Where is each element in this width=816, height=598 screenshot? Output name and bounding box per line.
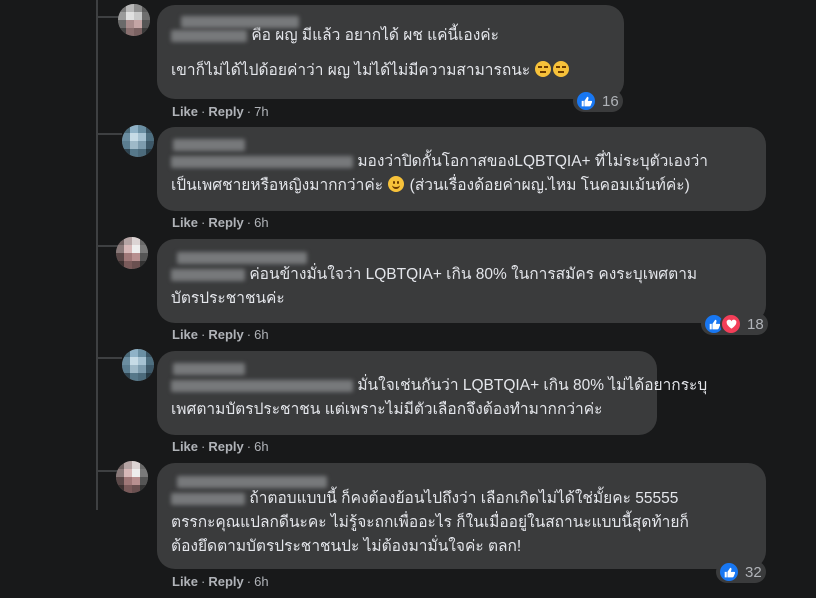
like-link[interactable]: Like	[172, 104, 198, 119]
reply-link[interactable]: Reply	[208, 215, 243, 230]
comment-text: ต้องยึดตามบัตรประชาชนปะ ไม่ต้องมามั่นใจค…	[171, 538, 522, 555]
timestamp[interactable]: 6h	[254, 215, 268, 230]
like-link[interactable]: Like	[172, 215, 198, 230]
avatar[interactable]	[122, 125, 154, 157]
author-name-cont	[171, 379, 353, 392]
reaction-count: 16	[602, 92, 619, 110]
thread-line	[96, 0, 98, 510]
author-name[interactable]	[177, 475, 327, 488]
timestamp[interactable]: 6h	[254, 439, 268, 454]
comment-text: เพศตามบัตรประชาชน แต่เพราะไม่มีตัวเลือกจ…	[171, 401, 603, 418]
reply-link[interactable]: Reply	[208, 439, 243, 454]
reaction-count: 32	[745, 563, 762, 581]
reaction-summary[interactable]: 16	[573, 90, 623, 112]
author-name-cont	[171, 492, 245, 505]
like-link[interactable]: Like	[172, 574, 198, 589]
comment-bubble: คือ ผญ มีแล้ว อยากได้ ผช แค่นี้เองค่ะ เข…	[157, 5, 624, 99]
author-name[interactable]	[177, 251, 307, 264]
comment-bubble: ถ้าตอบแบบนี้ ก็คงต้องย้อนไปถึงว่า เลือกเ…	[157, 463, 766, 569]
comment-text: คือ ผญ มีแล้ว อยากได้ ผช แค่นี้เองค่ะ	[251, 27, 499, 44]
comment-text: เป็นเพศชายหรือหญิงมากกว่าค่ะ	[171, 177, 384, 194]
comment-bubble: มองว่าปิดกั้นโอกาสของLQBTQIA+ ที่ไม่ระบุ…	[157, 127, 766, 211]
comment-text: มองว่าปิดกั้นโอกาสของLQBTQIA+ ที่ไม่ระบุ…	[357, 153, 708, 170]
comment-actions: Like · Reply · 6h	[172, 327, 269, 342]
thread-connector	[96, 357, 122, 359]
expressionless-emoji-icon	[553, 61, 570, 77]
reply-link[interactable]: Reply	[208, 327, 243, 342]
comment-text: ตรรกะคุณแปลกดีนะคะ ไม่รู้จะถกเพื่ออะไร ก…	[171, 514, 689, 531]
author-name[interactable]	[173, 362, 245, 375]
reply-link[interactable]: Reply	[208, 574, 243, 589]
comment-actions: Like · Reply · 6h	[172, 574, 269, 589]
comment-text: ค่อนข้างมั่นใจว่า LQBTQIA+ เกิน 80% ในกา…	[249, 266, 698, 283]
like-icon	[718, 561, 740, 583]
avatar[interactable]	[116, 237, 148, 269]
avatar[interactable]	[116, 461, 148, 493]
reaction-count: 18	[747, 315, 764, 333]
timestamp[interactable]: 6h	[254, 574, 268, 589]
reaction-summary[interactable]: 32	[716, 561, 766, 583]
comment-text: เขาก็ไม่ได้ไปด้อยค่าว่า ผญ ไม่ได้ไม่มีคว…	[171, 62, 531, 79]
author-name-cont	[171, 29, 247, 42]
author-name-cont	[171, 155, 353, 168]
reply-link[interactable]: Reply	[208, 104, 243, 119]
comment-text: ถ้าตอบแบบนี้ ก็คงต้องย้อนไปถึงว่า เลือกเ…	[249, 490, 679, 507]
comment-bubble: มั่นใจเช่นกันว่า LQBTQIA+ เกิน 80% ไม่ได…	[157, 351, 707, 435]
like-icon	[575, 90, 597, 112]
avatar[interactable]	[122, 349, 154, 381]
expressionless-emoji-icon	[535, 61, 552, 77]
comment-actions: Like · Reply · 6h	[172, 439, 269, 454]
comment-bubble: ค่อนข้างมั่นใจว่า LQBTQIA+ เกิน 80% ในกา…	[157, 239, 766, 323]
avatar[interactable]	[118, 4, 150, 36]
comment-text: (ส่วนเรื่องด้อยค่าผญ.ไหม โนคอมเม้นท์ค่ะ)	[409, 177, 690, 194]
comment-actions: Like · Reply · 6h	[172, 215, 269, 230]
comment-text: บัตรประชาชนค่ะ	[171, 290, 285, 307]
like-link[interactable]: Like	[172, 327, 198, 342]
thread-connector	[96, 133, 122, 135]
timestamp[interactable]: 7h	[254, 104, 268, 119]
comment-text: มั่นใจเช่นกันว่า LQBTQIA+ เกิน 80% ไม่ได…	[357, 377, 708, 394]
timestamp[interactable]: 6h	[254, 327, 268, 342]
reaction-summary[interactable]: 18	[701, 313, 768, 335]
like-link[interactable]: Like	[172, 439, 198, 454]
author-name-cont	[171, 268, 245, 281]
love-icon	[720, 313, 742, 335]
author-name[interactable]	[173, 138, 245, 151]
smiling-emoji-icon	[388, 176, 405, 192]
author-name[interactable]	[181, 15, 299, 28]
comment-actions: Like · Reply · 7h	[172, 104, 269, 119]
